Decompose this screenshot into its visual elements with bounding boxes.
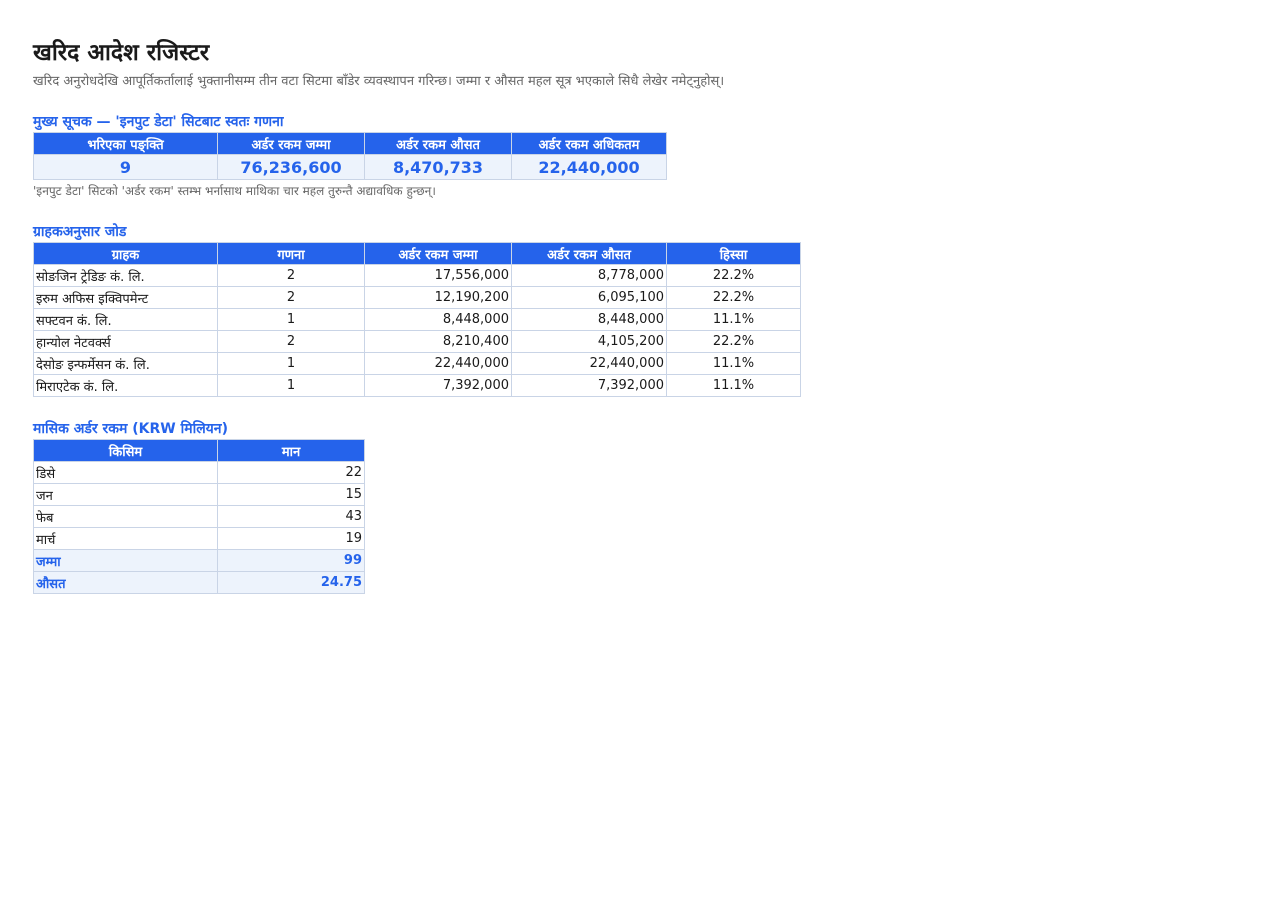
kpi-value-order-average[interactable]: 8,470,733 — [364, 154, 512, 180]
page: खरिद आदेश रजिस्टर खरिद अनुरोधदेखि आपूर्त… — [0, 0, 1239, 862]
table-row: मिराएटेक कं. लि. 1 7,392,000 7,392,000 1… — [33, 374, 801, 397]
customer-total[interactable]: 17,556,000 — [364, 264, 512, 287]
month-value[interactable]: 19 — [217, 527, 365, 550]
page-subtitle: खरिद अनुरोधदेखि आपूर्तिकर्तालाई भुक्तानी… — [33, 74, 725, 89]
customer-share[interactable]: 11.1% — [666, 352, 801, 375]
month-value[interactable]: 43 — [217, 505, 365, 528]
customer-count[interactable]: 1 — [217, 308, 365, 331]
month-label[interactable]: फेब — [33, 505, 218, 528]
monthly-section-title: मासिक अर्डर रकम (KRW मिलियन) — [33, 421, 228, 437]
kpi-note: 'इनपुट डेटा' सिटको 'अर्डर रकम' स्तम्भ भर… — [33, 184, 436, 198]
customer-header-count[interactable]: गणना — [217, 242, 365, 265]
monthly-section: मासिक अर्डर रकम (KRW मिलियन) किसिम मान ड… — [33, 419, 1239, 594]
customer-header-share[interactable]: हिस्सा — [666, 242, 801, 265]
month-label[interactable]: डिसे — [33, 461, 218, 484]
page-title: खरिद आदेश रजिस्टर — [33, 40, 210, 66]
customer-name[interactable]: देसोङ इन्फर्मेसन कं. लि. — [33, 352, 218, 375]
customer-share[interactable]: 22.2% — [666, 264, 801, 287]
customer-name[interactable]: सफ्टवन कं. लि. — [33, 308, 218, 331]
customer-count[interactable]: 2 — [217, 286, 365, 309]
monthly-total-label[interactable]: जम्मा — [33, 549, 218, 572]
customer-header-name[interactable]: ग्राहक — [33, 242, 218, 265]
monthly-average-row: औसत 24.75 — [33, 571, 365, 594]
customer-average[interactable]: 8,448,000 — [511, 308, 667, 331]
kpi-table: भरिएका पङ्क्ति अर्डर रकम जम्मा अर्डर रकम… — [33, 132, 667, 180]
customer-total[interactable]: 7,392,000 — [364, 374, 512, 397]
kpi-header-order-total[interactable]: अर्डर रकम जम्मा — [217, 132, 365, 155]
customer-total[interactable]: 22,440,000 — [364, 352, 512, 375]
kpi-header-row: भरिएका पङ्क्ति अर्डर रकम जम्मा अर्डर रकम… — [33, 132, 667, 155]
customer-count[interactable]: 1 — [217, 374, 365, 397]
monthly-total-value[interactable]: 99 — [217, 549, 365, 572]
customer-name[interactable]: मिराएटेक कं. लि. — [33, 374, 218, 397]
customer-share[interactable]: 22.2% — [666, 330, 801, 353]
customer-share[interactable]: 22.2% — [666, 286, 801, 309]
customer-header-average[interactable]: अर्डर रकम औसत — [511, 242, 667, 265]
monthly-header-type[interactable]: किसिम — [33, 439, 218, 462]
month-value[interactable]: 22 — [217, 461, 365, 484]
kpi-section-title: मुख्य सूचक — 'इनपुट डेटा' सिटबाट स्वतः ग… — [33, 114, 284, 130]
customer-header-row: ग्राहक गणना अर्डर रकम जम्मा अर्डर रकम औस… — [33, 242, 801, 265]
customer-average[interactable]: 7,392,000 — [511, 374, 667, 397]
table-row: जन 15 — [33, 483, 365, 506]
monthly-header-row: किसिम मान — [33, 439, 365, 462]
customer-section: ग्राहकअनुसार जोड ग्राहक गणना अर्डर रकम ज… — [33, 222, 1239, 397]
customer-table: ग्राहक गणना अर्डर रकम जम्मा अर्डर रकम औस… — [33, 242, 801, 397]
kpi-header-rows-filled[interactable]: भरिएका पङ्क्ति — [33, 132, 218, 155]
table-row: सफ्टवन कं. लि. 1 8,448,000 8,448,000 11.… — [33, 308, 801, 331]
customer-total[interactable]: 12,190,200 — [364, 286, 512, 309]
customer-count[interactable]: 1 — [217, 352, 365, 375]
month-label[interactable]: जन — [33, 483, 218, 506]
table-row: डिसे 22 — [33, 461, 365, 484]
customer-share[interactable]: 11.1% — [666, 308, 801, 331]
kpi-header-order-average[interactable]: अर्डर रकम औसत — [364, 132, 512, 155]
customer-section-title: ग्राहकअनुसार जोड — [33, 224, 127, 240]
monthly-total-row: जम्मा 99 — [33, 549, 365, 572]
customer-average[interactable]: 8,778,000 — [511, 264, 667, 287]
monthly-average-label[interactable]: औसत — [33, 571, 218, 594]
kpi-header-order-max[interactable]: अर्डर रकम अधिकतम — [511, 132, 667, 155]
customer-header-total[interactable]: अर्डर रकम जम्मा — [364, 242, 512, 265]
table-row: फेब 43 — [33, 505, 365, 528]
table-row: सोङजिन ट्रेडिङ कं. लि. 2 17,556,000 8,77… — [33, 264, 801, 287]
customer-name[interactable]: हान्योल नेटवर्क्स — [33, 330, 218, 353]
customer-name[interactable]: सोङजिन ट्रेडिङ कं. लि. — [33, 264, 218, 287]
customer-average[interactable]: 4,105,200 — [511, 330, 667, 353]
kpi-value-order-total[interactable]: 76,236,600 — [217, 154, 365, 180]
monthly-header-value[interactable]: मान — [217, 439, 365, 462]
kpi-value-order-max[interactable]: 22,440,000 — [511, 154, 667, 180]
table-row: इरुम अफिस इक्विपमेन्ट 2 12,190,200 6,095… — [33, 286, 801, 309]
kpi-value-rows-filled[interactable]: 9 — [33, 154, 218, 180]
month-value[interactable]: 15 — [217, 483, 365, 506]
customer-name[interactable]: इरुम अफिस इक्विपमेन्ट — [33, 286, 218, 309]
month-label[interactable]: मार्च — [33, 527, 218, 550]
table-row: हान्योल नेटवर्क्स 2 8,210,400 4,105,200 … — [33, 330, 801, 353]
customer-share[interactable]: 11.1% — [666, 374, 801, 397]
customer-total[interactable]: 8,210,400 — [364, 330, 512, 353]
table-row: देसोङ इन्फर्मेसन कं. लि. 1 22,440,000 22… — [33, 352, 801, 375]
customer-average[interactable]: 6,095,100 — [511, 286, 667, 309]
monthly-table: किसिम मान डिसे 22 जन 15 फेब 43 मार्च 19 … — [33, 439, 365, 594]
customer-average[interactable]: 22,440,000 — [511, 352, 667, 375]
kpi-section: मुख्य सूचक — 'इनपुट डेटा' सिटबाट स्वतः ग… — [33, 112, 1239, 200]
kpi-value-row: 9 76,236,600 8,470,733 22,440,000 — [33, 154, 667, 180]
monthly-average-value[interactable]: 24.75 — [217, 571, 365, 594]
customer-total[interactable]: 8,448,000 — [364, 308, 512, 331]
customer-count[interactable]: 2 — [217, 264, 365, 287]
table-row: मार्च 19 — [33, 527, 365, 550]
customer-count[interactable]: 2 — [217, 330, 365, 353]
